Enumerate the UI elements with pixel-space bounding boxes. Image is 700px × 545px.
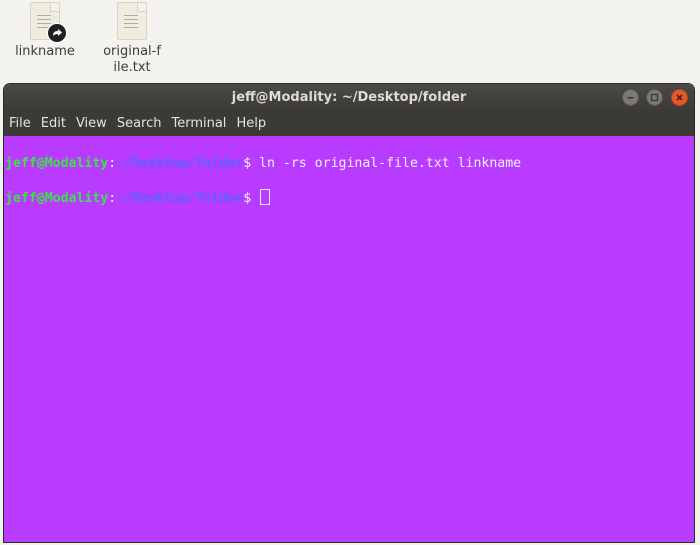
menu-bar: File Edit View Search Terminal Help <box>4 111 694 136</box>
terminal-body[interactable]: jeff@Modality:~/Desktop/folder$ ln -rs o… <box>4 136 694 542</box>
menu-edit[interactable]: Edit <box>36 111 71 136</box>
desktop-icon-original-file[interactable]: original-file.txt <box>92 0 172 76</box>
prompt-separator: : <box>108 191 117 206</box>
prompt-separator: : <box>108 156 117 171</box>
prompt-symbol: $ <box>243 191 260 206</box>
text-cursor <box>260 189 271 205</box>
minimize-icon[interactable] <box>621 89 639 106</box>
window-controls <box>619 89 688 106</box>
close-icon[interactable] <box>671 89 688 106</box>
prompt-user: jeff@Modality <box>5 156 109 171</box>
terminal-line: jeff@Modality:~/Desktop/folder$ <box>4 189 694 207</box>
maximize-icon[interactable] <box>646 89 664 106</box>
desktop-icon-label-text: original-file.txt <box>103 44 161 75</box>
prompt-path: ~/Desktop/folder <box>116 156 244 171</box>
desktop-icon-label: linkname <box>15 44 75 59</box>
prompt-path: ~/Desktop/folder <box>116 191 244 206</box>
menu-terminal[interactable]: Terminal <box>166 111 231 136</box>
terminal-window[interactable]: jeff@Modality: ~/Desktop/folder File Edit… <box>4 84 694 542</box>
menu-view[interactable]: View <box>71 111 112 136</box>
text-file-icon <box>117 2 147 40</box>
menu-help[interactable]: Help <box>231 111 271 136</box>
terminal-line: jeff@Modality:~/Desktop/folder$ ln -rs o… <box>4 155 694 172</box>
menu-file[interactable]: File <box>4 111 36 136</box>
desktop: linkname original-file.txt jeff@Modality… <box>0 0 700 545</box>
prompt-user: jeff@Modality <box>5 191 109 206</box>
window-title: jeff@Modality: ~/Desktop/folder <box>231 90 467 105</box>
prompt-symbol: $ <box>243 156 260 171</box>
desktop-icon-label: original-file.txt <box>102 44 162 76</box>
symlink-arrow-icon <box>47 23 67 43</box>
window-titlebar[interactable]: jeff@Modality: ~/Desktop/folder <box>4 84 694 111</box>
desktop-icon-linkname[interactable]: linkname <box>5 0 85 60</box>
menu-search[interactable]: Search <box>112 111 167 136</box>
text-file-symlink-icon <box>30 2 67 43</box>
command-text: ln -rs original-file.txt linkname <box>259 156 522 171</box>
